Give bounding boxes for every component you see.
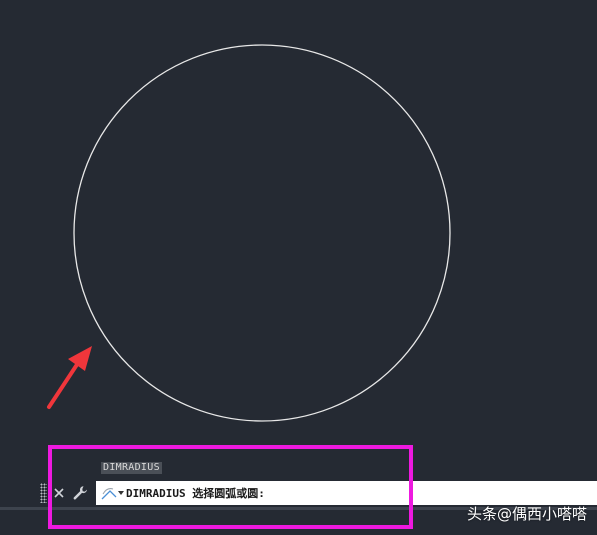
close-button[interactable] [50,482,68,504]
command-line-bar: DIMRADIUS 选择圆弧或圆: [38,481,597,505]
watermark-text: 头条@偶西小嗒嗒 [466,505,587,523]
recent-commands-button[interactable] [96,482,126,504]
command-prompt-text: DIMRADIUS 选择圆弧或圆: [126,487,265,500]
close-icon [54,488,64,498]
command-input[interactable]: DIMRADIUS 选择圆弧或圆: [96,481,597,505]
customize-button[interactable] [71,482,89,504]
drawn-circle[interactable] [73,44,451,422]
drawing-canvas[interactable] [0,0,597,535]
wrench-icon [73,486,87,500]
command-history-line: DIMRADIUS [101,462,162,474]
recent-commands-icon [101,488,124,500]
red-arrow-annotation [47,346,92,409]
grip-handle-icon[interactable] [40,483,47,503]
